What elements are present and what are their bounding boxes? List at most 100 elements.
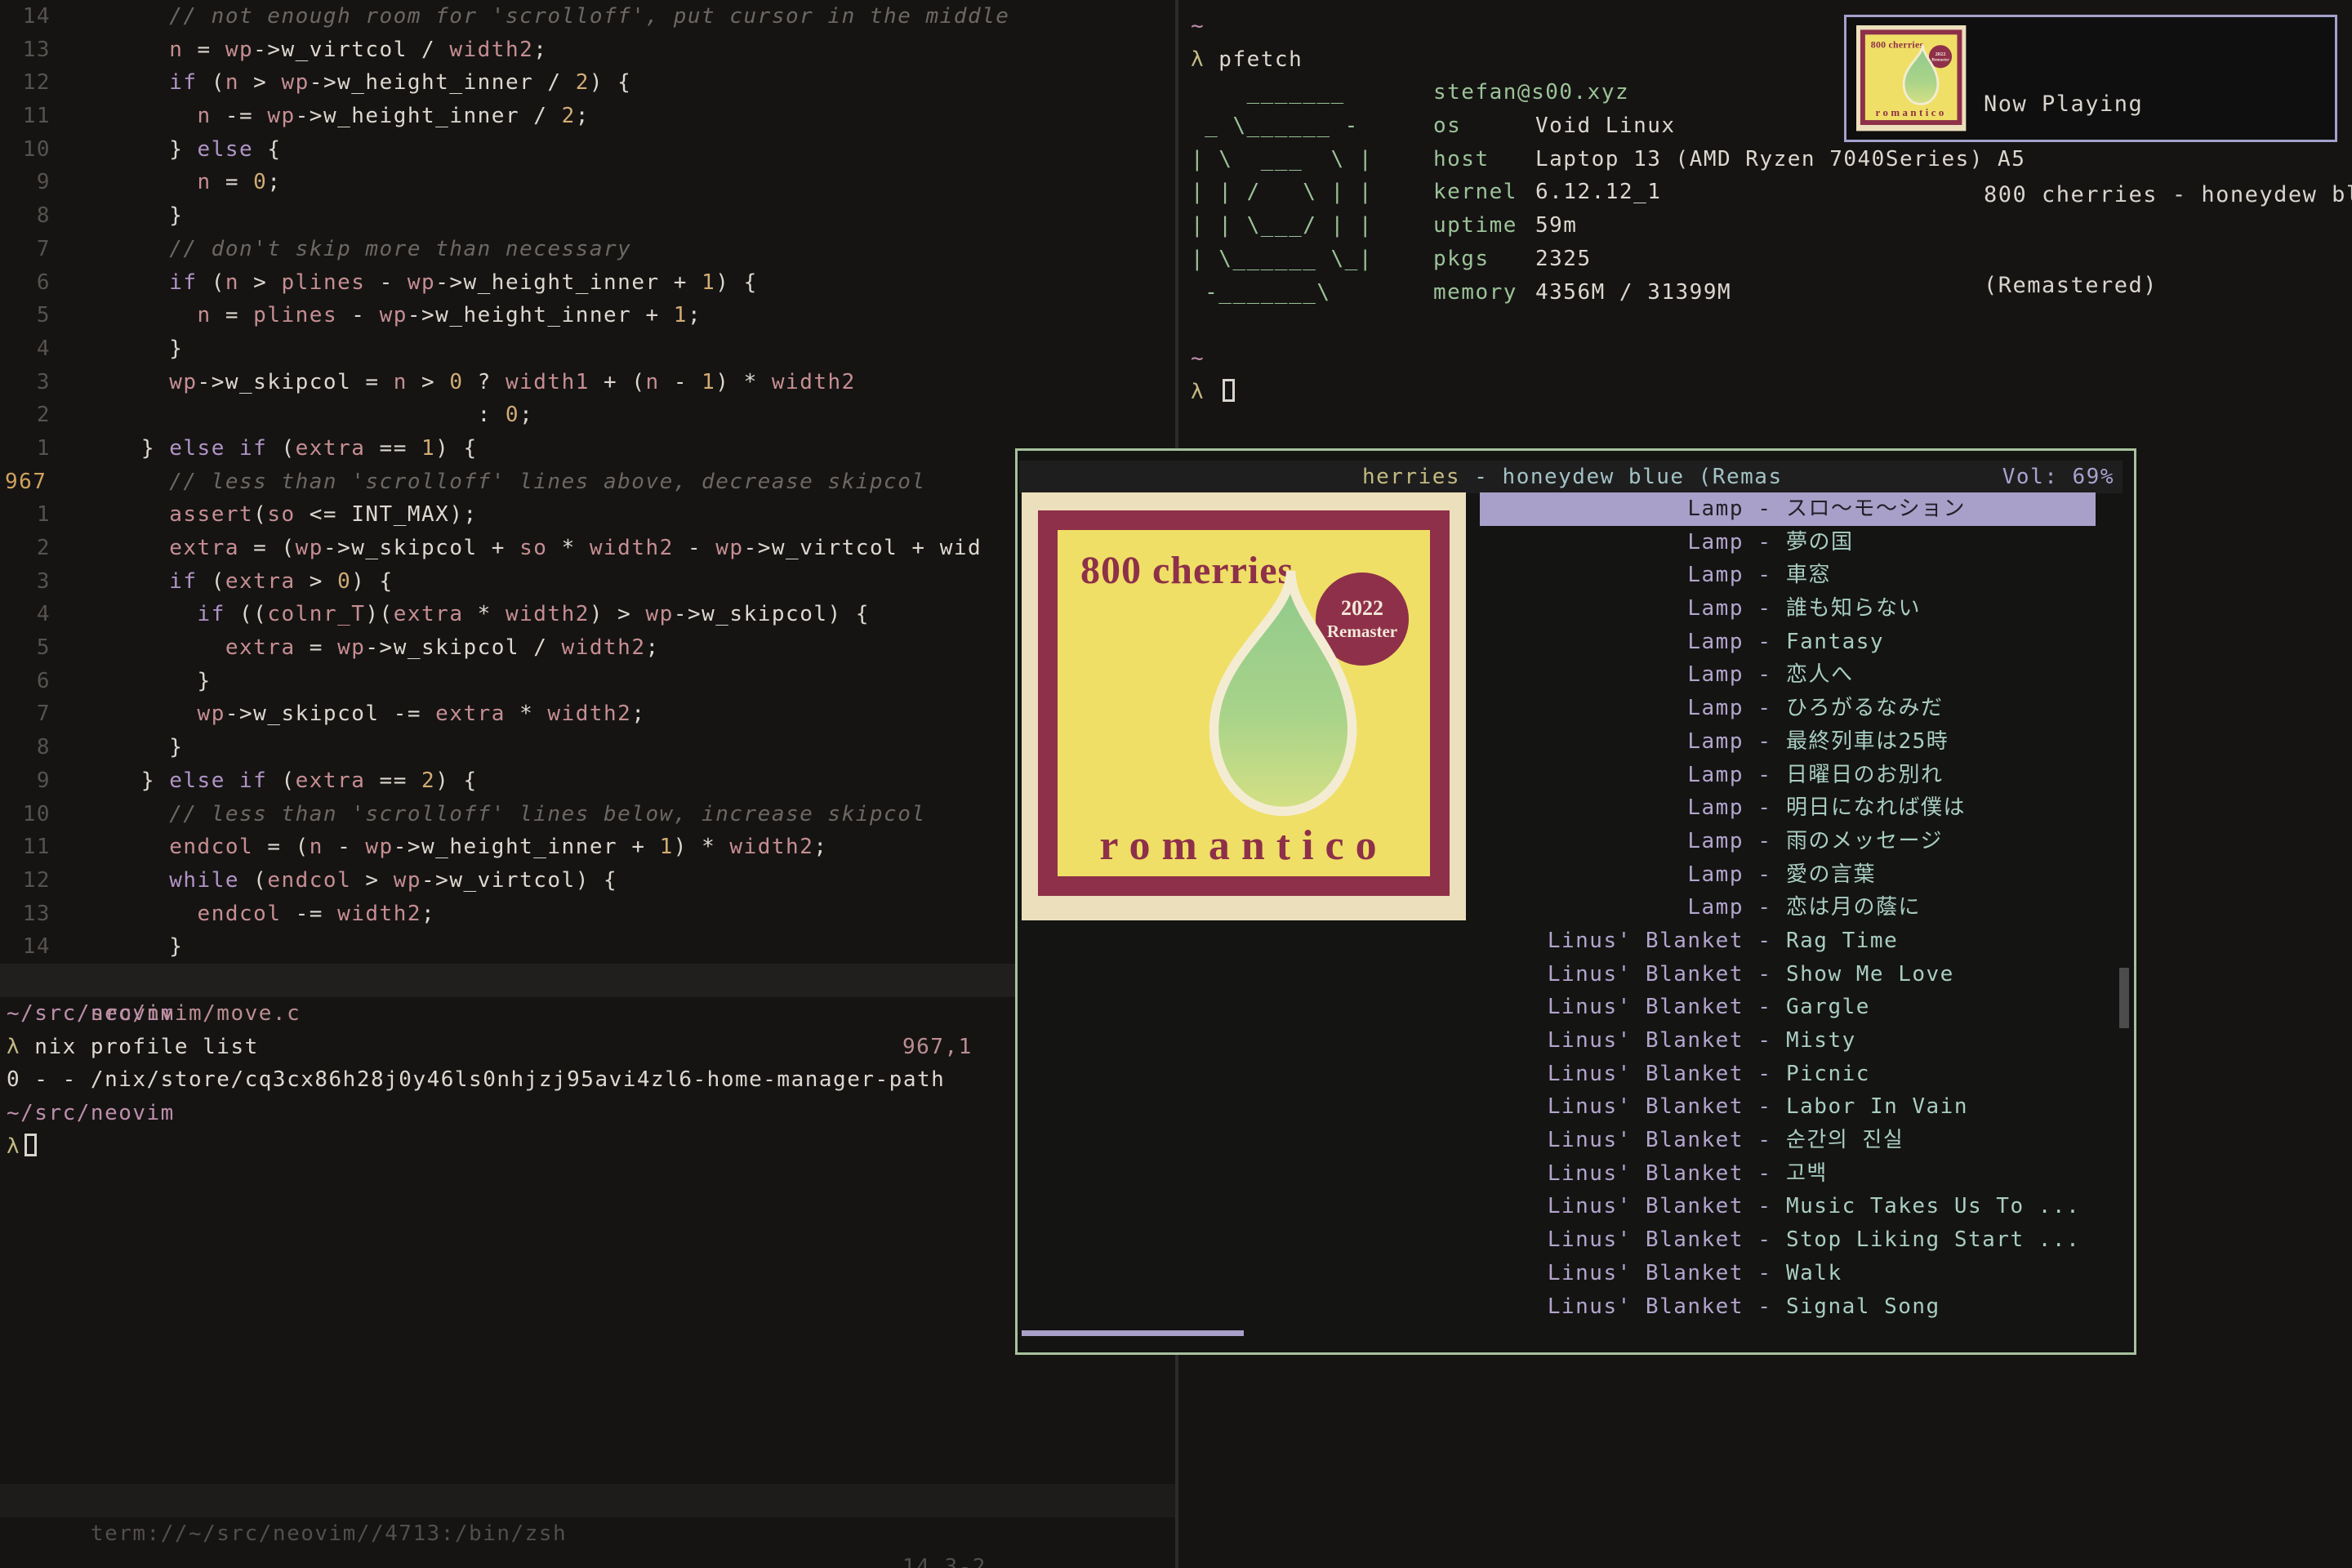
code-line[interactable]: 11 n -= wp->w_height_inner / 2;	[0, 100, 1175, 133]
pfetch-value: 6.12.12_1	[1535, 180, 1661, 204]
line-number: 3	[0, 565, 51, 599]
playlist-separator: -	[1744, 559, 1786, 592]
playlist-artist: Lamp	[1480, 858, 1744, 892]
playlist-artist: Linus' Blanket	[1480, 924, 1744, 958]
pfetch-ascii-art: | \ ___ \ |	[1191, 143, 1433, 176]
nvim-statusline-inactive[interactable]: term://~/src/neovim//4713:/bin/zsh 14,3-…	[0, 1484, 1175, 1517]
playlist-row[interactable]: Linus' Blanket-Stop Liking Start ...	[1480, 1223, 2096, 1257]
playlist-row[interactable]: Lamp-ひろがるなみだ	[1480, 692, 2096, 725]
code-line[interactable]: 967 // less than 'scrolloff' lines above…	[0, 466, 1175, 499]
playlist-separator: -	[1744, 825, 1786, 858]
code-line[interactable]: 11 endcol = (n - wp->w_height_inner + 1)…	[0, 831, 1175, 864]
playlist-row[interactable]: Lamp-誰も知らない	[1480, 592, 2096, 626]
code-line[interactable]: 3 if (extra > 0) {	[0, 565, 1175, 599]
code-line[interactable]: 7 wp->w_skipcol -= extra * width2;	[0, 697, 1175, 731]
playlist-row[interactable]: Lamp-車窓	[1480, 559, 2096, 592]
playlist-title: Misty	[1786, 1024, 2096, 1058]
playlist-row[interactable]: Lamp-Fantasy	[1480, 626, 2096, 659]
code-line[interactable]: 7 // don't skip more than necessary	[0, 233, 1175, 266]
playlist-row[interactable]: Lamp-雨のメッセージ	[1480, 825, 2096, 858]
progress-bar[interactable]	[1022, 1330, 1244, 1336]
playlist-artist: Linus' Blanket	[1480, 1223, 1744, 1257]
playlist-row[interactable]: Linus' Blanket-Gargle	[1480, 991, 2096, 1024]
playlist-row[interactable]: Linus' Blanket-Labor In Vain	[1480, 1090, 2096, 1124]
code-line[interactable]: 8 }	[0, 731, 1175, 764]
playlist-row[interactable]: Linus' Blanket-Walk	[1480, 1257, 2096, 1290]
line-number: 6	[0, 266, 51, 300]
code-line[interactable]: 10 } else {	[0, 133, 1175, 167]
embedded-terminal[interactable]: ~/src/neovimλ nix profile list0 - - /nix…	[0, 997, 1175, 1163]
playlist-row[interactable]: Linus' Blanket-Misty	[1480, 1024, 2096, 1058]
volume-indicator: Vol: 69%	[2002, 461, 2114, 493]
playlist-row[interactable]: Linus' Blanket-Rag Time	[1480, 924, 2096, 958]
playlist-title: Show Me Love	[1786, 958, 2096, 991]
playlist-row[interactable]: Lamp-恋は月の蔭に	[1480, 891, 2096, 924]
pfetch-label: kernel	[1433, 176, 1535, 209]
code-line[interactable]: 3 wp->w_skipcol = n > 0 ? width1 + (n - …	[0, 366, 1175, 399]
player-titlebar[interactable]: [Playing] herries - honeydew blue (Remas…	[1019, 461, 2123, 493]
playlist-row[interactable]: Lamp-最終列車は25時	[1480, 725, 2096, 759]
playlist-row[interactable]: Linus' Blanket-고백	[1480, 1157, 2096, 1191]
pfetch-value: 4356M / 31399M	[1535, 280, 1731, 305]
code-line[interactable]: 5 extra = wp->w_skipcol / width2;	[0, 631, 1175, 665]
code-line[interactable]: 12 if (n > wp->w_height_inner / 2) {	[0, 66, 1175, 100]
code-line[interactable]: 4 if ((colnr_T)(extra * width2) > wp->w_…	[0, 598, 1175, 631]
playlist-title: Picnic	[1786, 1058, 2096, 1091]
code-line[interactable]: 2 extra = (wp->w_skipcol + so * width2 -…	[0, 532, 1175, 565]
nvim-statusline-active[interactable]: src/nvim/move.c 967,1	[0, 964, 1175, 997]
playlist-row[interactable]: Lamp-愛の言葉	[1480, 858, 2096, 892]
playlist-artist: Linus' Blanket	[1480, 1124, 1744, 1157]
playlist-row[interactable]: Lamp-日曜日のお別れ	[1480, 759, 2096, 792]
notification-track: 800 cherries - honeydew blue	[1984, 180, 2352, 210]
scrollbar-thumb[interactable]	[2119, 968, 2129, 1028]
playlist-row[interactable]: Linus' Blanket-Music Takes Us To ...	[1480, 1190, 2096, 1223]
playlist-title: 夢の国	[1786, 526, 2096, 559]
playlist-row[interactable]: Lamp-夢の国	[1480, 526, 2096, 559]
playlist-row[interactable]: Lamp-恋人へ	[1480, 658, 2096, 692]
code-line[interactable]: 13 endcol -= width2;	[0, 898, 1175, 931]
playlist-title: Signal Song	[1786, 1290, 2096, 1324]
code-line[interactable]: 2 : 0;	[0, 399, 1175, 432]
line-number: 7	[0, 233, 51, 266]
playlist-artist: Lamp	[1480, 891, 1744, 924]
code-line[interactable]: 13 n = wp->w_virtcol / width2;	[0, 33, 1175, 67]
now-playing-notification[interactable]: 800 cherries 2022 Remaster romantico Now…	[1844, 15, 2337, 142]
code-line[interactable]: 1 assert(so <= INT_MAX);	[0, 498, 1175, 532]
playlist-row[interactable]: Linus' Blanket-Show Me Love	[1480, 958, 2096, 991]
playlist-separator: -	[1744, 958, 1786, 991]
line-number: 13	[0, 33, 51, 67]
code-line[interactable]: 5 n = plines - wp->w_height_inner + 1;	[0, 299, 1175, 332]
player-track-marquee: herries - honeydew blue (Remas	[1362, 461, 1783, 493]
code-buffer[interactable]: 14 // not enough room for 'scrolloff', p…	[0, 0, 1175, 964]
code-line[interactable]: 8 }	[0, 199, 1175, 233]
code-line[interactable]: 1 } else if (extra == 1) {	[0, 432, 1175, 466]
playlist-separator: -	[1744, 1190, 1786, 1223]
playlist-row[interactable]: Linus' Blanket-순간의 진실	[1480, 1124, 2096, 1157]
code-line[interactable]: 6 }	[0, 665, 1175, 698]
album-frame: 800 cherries 2022 Remaster	[1038, 510, 1450, 896]
code-line[interactable]: 9 n = 0;	[0, 166, 1175, 199]
playlist-title: スロ〜モ〜ション	[1786, 492, 2096, 526]
pfetch-label: uptime	[1433, 209, 1535, 243]
code-line[interactable]: 14 }	[0, 930, 1175, 964]
code-line[interactable]: 12 while (endcol > wp->w_virtcol) {	[0, 864, 1175, 898]
code-line[interactable]: 10 // less than 'scrolloff' lines below,…	[0, 798, 1175, 831]
playlist-row[interactable]: Linus' Blanket-Picnic	[1480, 1058, 2096, 1091]
line-number: 9	[0, 764, 51, 798]
playlist-separator: -	[1744, 725, 1786, 759]
code-line[interactable]: 9 } else if (extra == 2) {	[0, 764, 1175, 798]
code-line[interactable]: 4 }	[0, 332, 1175, 366]
code-line[interactable]: 14 // not enough room for 'scrolloff', p…	[0, 0, 1175, 33]
terminal-line: 0 - - /nix/store/cq3cx86h28j0y46ls0nhjzj…	[0, 1063, 1175, 1097]
line-number: 12	[0, 864, 51, 898]
code-line[interactable]: 6 if (n > plines - wp->w_height_inner + …	[0, 266, 1175, 300]
notification-title: Now Playing	[1984, 89, 2352, 119]
playlist-row[interactable]: Lamp-明日になれば僕は	[1480, 791, 2096, 825]
playlist-artist: Linus' Blanket	[1480, 1090, 1744, 1124]
playlist-row[interactable]: Lamp-スロ〜モ〜ション	[1480, 492, 2096, 526]
playlist-title: Walk	[1786, 1257, 2096, 1290]
playlist-row[interactable]: Linus' Blanket-Signal Song	[1480, 1290, 2096, 1324]
playlist-artist: Linus' Blanket	[1480, 1024, 1744, 1058]
line-number: 967	[0, 466, 51, 499]
pfetch-value: Void Linux	[1535, 114, 1676, 138]
